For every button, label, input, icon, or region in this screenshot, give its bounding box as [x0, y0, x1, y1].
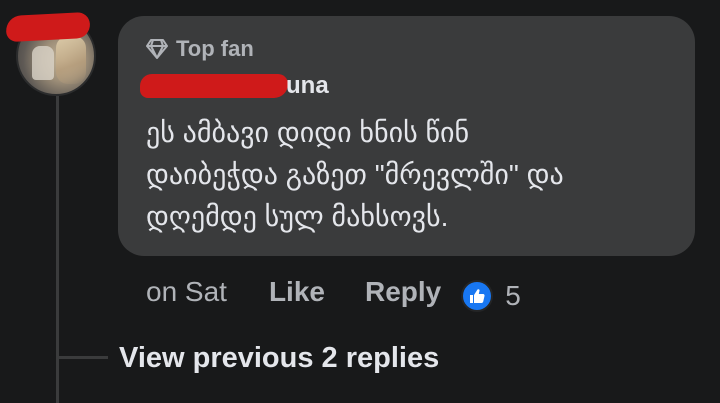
author-name[interactable]: una — [286, 71, 329, 101]
top-fan-badge: Top fan — [146, 36, 254, 62]
avatar-photo-veil — [56, 36, 86, 84]
comment-actions: on Sat Like Reply 5 — [146, 272, 521, 312]
badge-label: Top fan — [176, 36, 254, 61]
diamond-icon — [146, 39, 168, 59]
avatar-photo-figure — [32, 46, 54, 80]
author-name-redaction-mark — [140, 74, 288, 98]
reply-button[interactable]: Reply — [365, 276, 441, 308]
like-button[interactable]: Like — [269, 276, 325, 308]
comment-thread: Top fan una ეს ამბავი დიდი ხნის წინ დაიბ… — [0, 0, 720, 403]
comment-text: ეს ამბავი დიდი ხნის წინ დაიბეჭდა გაზეთ "… — [146, 117, 564, 232]
view-previous-replies-link[interactable]: View previous 2 replies — [119, 338, 439, 378]
thumbs-up-icon — [461, 280, 494, 312]
comment-timestamp[interactable]: on Sat — [146, 276, 227, 308]
thread-branch-line — [56, 356, 108, 359]
reaction-count: 5 — [505, 280, 521, 311]
avatar-redaction-mark — [5, 11, 91, 43]
reaction-summary[interactable]: 5 — [461, 272, 521, 312]
